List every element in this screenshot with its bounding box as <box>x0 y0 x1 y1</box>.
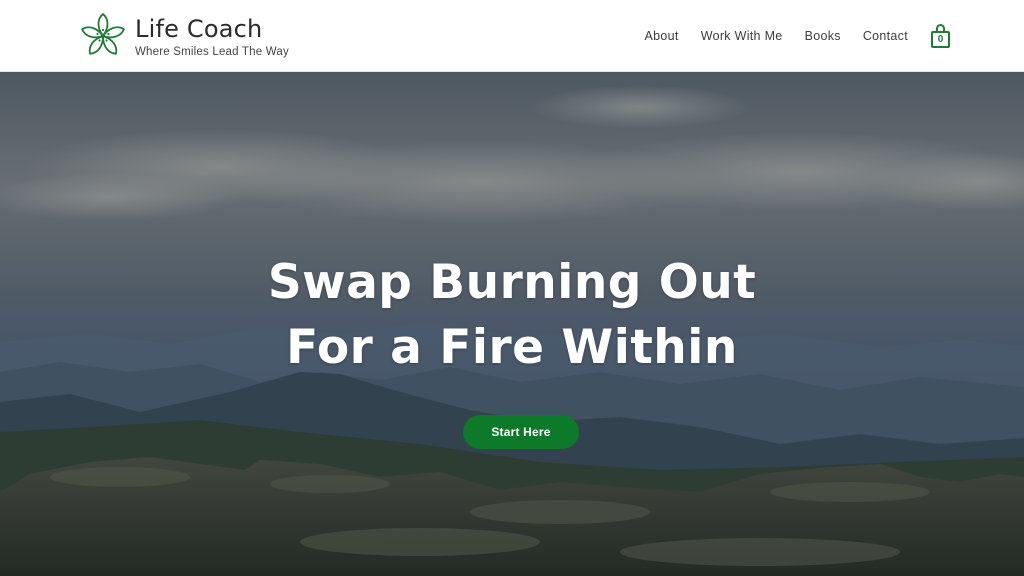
hero-headline-line-2: For a Fire Within <box>286 320 738 375</box>
hero-section: Swap Burning Out For a Fire Within Start… <box>0 72 1024 576</box>
nav-item-about[interactable]: About <box>645 29 679 43</box>
nav-item-contact[interactable]: Contact <box>863 29 908 43</box>
shopping-bag-icon[interactable]: 0 <box>930 24 952 48</box>
site-tagline: Where Smiles Lead The Way <box>135 45 289 58</box>
site-header: Life Coach Where Smiles Lead The Way Abo… <box>0 0 1024 72</box>
nav-item-work-with-me[interactable]: Work With Me <box>701 29 783 43</box>
nav-item-books[interactable]: Books <box>805 29 841 43</box>
flower-icon[interactable] <box>80 11 126 61</box>
brand[interactable]: Life Coach Where Smiles Lead The Way <box>80 10 289 62</box>
hero-headline-line-1: Swap Burning Out <box>267 255 757 310</box>
start-here-button[interactable]: Start Here <box>463 415 579 449</box>
main-nav: About Work With Me Books Contact 0 <box>645 0 952 72</box>
hero-headline: Swap Burning Out For a Fire Within <box>0 250 1024 380</box>
site-title[interactable]: Life Coach <box>135 15 289 43</box>
cart-bag: 0 <box>931 31 950 48</box>
cart-count: 0 <box>937 33 944 45</box>
